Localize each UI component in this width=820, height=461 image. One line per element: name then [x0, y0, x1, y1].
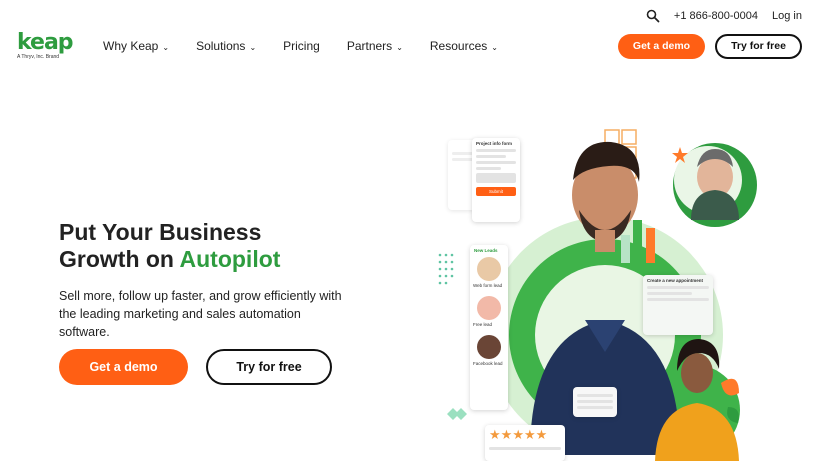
project-form-card: Project info form Submit: [472, 138, 520, 222]
lead-avatar: [477, 296, 501, 320]
placeholder-line: [489, 447, 561, 450]
form-title: Project info form: [476, 141, 513, 146]
login-link[interactable]: Log in: [772, 10, 802, 22]
hero-illustration: Project info form Submit New Leads Web f…: [425, 125, 775, 461]
main-nav: keap A Thryv, Inc. Brand Why Keap ⌄ Solu…: [17, 29, 802, 60]
search-icon[interactable]: [646, 9, 660, 23]
placeholder-line: [476, 149, 516, 152]
nav-item-label: Why Keap: [103, 39, 159, 53]
hero-subtitle: Sell more, follow up faster, and grow ef…: [59, 289, 342, 339]
new-leads-card: New Leads Web form lead Free lead Facebo…: [470, 245, 508, 410]
placeholder-field: [476, 173, 516, 183]
lead-tag: Web form lead: [473, 283, 503, 288]
lead-tag: Free lead: [473, 322, 493, 327]
nav-item-label: Solutions: [196, 39, 246, 53]
nav-item-why-keap[interactable]: Why Keap ⌄: [103, 39, 169, 53]
hero-title-line2: Growth on Autopilot: [59, 246, 359, 273]
placeholder-line: [476, 155, 506, 158]
lead-tag: Facebook lead: [473, 361, 503, 366]
chevron-down-icon: ⌄: [491, 42, 498, 52]
lead-avatar: [477, 257, 501, 281]
hero-try-free-button[interactable]: Try for free: [206, 349, 332, 385]
star-icon: ★: [489, 427, 501, 442]
appointment-title: Create a new appointment: [647, 278, 704, 283]
nav-get-demo-button[interactable]: Get a demo: [618, 33, 705, 59]
placeholder-line: [577, 394, 613, 397]
nav-item-partners[interactable]: Partners ⌄: [347, 39, 403, 53]
utility-bar: +1 866-800-0004 Log in: [646, 9, 802, 23]
hero-title-accent: Autopilot: [179, 246, 281, 272]
form-submit-button: Submit: [476, 187, 516, 196]
nav-item-resources[interactable]: Resources ⌄: [430, 39, 498, 53]
hero-cta-group: Get a demo Try for free: [59, 349, 332, 385]
lead-avatar: [477, 335, 501, 359]
placeholder-line: [647, 298, 709, 301]
hero-title: Put Your Business Growth on Autopilot: [59, 219, 359, 273]
star-icon: ★: [523, 427, 536, 442]
appointment-card: Create a new appointment: [643, 275, 713, 335]
placeholder-line: [577, 400, 613, 403]
hero-title-line1: Put Your Business: [59, 219, 262, 245]
nav-item-label: Partners: [346, 39, 393, 53]
phone-link[interactable]: +1 866-800-0004: [674, 10, 758, 22]
nav-cta-group: Get a demo Try for free: [618, 33, 802, 59]
checklist-card: [573, 387, 617, 417]
star-icon: ★: [512, 427, 524, 442]
placeholder-line: [647, 286, 709, 289]
nav-item-pricing[interactable]: Pricing: [283, 39, 320, 53]
nav-item-solutions[interactable]: Solutions ⌄: [196, 39, 256, 53]
placeholder-line: [476, 161, 516, 164]
new-leads-title: New Leads: [474, 248, 498, 253]
star-icon: ★: [500, 427, 513, 442]
nav-item-label: Resources: [429, 39, 488, 53]
hero-get-demo-button[interactable]: Get a demo: [59, 349, 188, 385]
placeholder-line: [647, 292, 692, 295]
nav-item-label: Pricing: [283, 39, 320, 53]
star-icon: ★: [535, 427, 548, 442]
rating-card: ★★★★★: [485, 425, 565, 461]
keap-logo[interactable]: keap A Thryv, Inc. Brand: [17, 29, 87, 60]
nav-menu: Why Keap ⌄ Solutions ⌄ Pricing Partners …: [103, 39, 498, 53]
hero-title-prefix: Growth on: [59, 246, 180, 272]
logo-tagline: A Thryv, Inc. Brand: [17, 53, 60, 60]
nav-try-free-button[interactable]: Try for free: [715, 33, 802, 59]
placeholder-line: [577, 406, 613, 409]
placeholder-line: [476, 167, 501, 170]
chevron-down-icon: ⌄: [396, 42, 403, 52]
logo-wordmark: keap: [17, 29, 74, 55]
chevron-down-icon: ⌄: [249, 42, 257, 52]
chevron-down-icon: ⌄: [162, 42, 170, 52]
star-rating: ★★★★★: [489, 426, 561, 444]
